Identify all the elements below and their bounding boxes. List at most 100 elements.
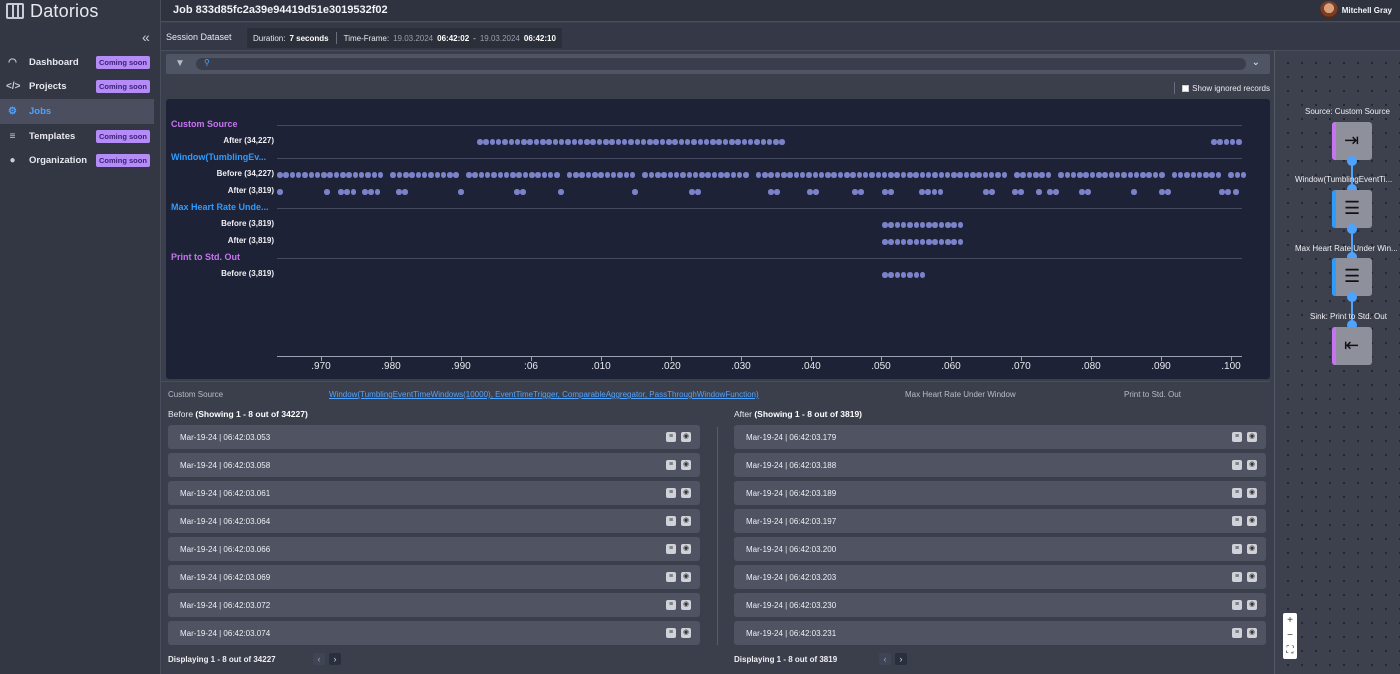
event-dot[interactable]: [882, 222, 888, 228]
event-dot[interactable]: [1083, 172, 1089, 178]
eye-icon[interactable]: ◉: [681, 516, 691, 526]
event-dot[interactable]: [1012, 189, 1018, 195]
event-dot[interactable]: [403, 172, 409, 178]
event-dot[interactable]: [409, 172, 415, 178]
event-dot[interactable]: [774, 172, 781, 178]
event-dot[interactable]: [680, 172, 686, 178]
event-dot[interactable]: [951, 239, 957, 245]
event-dot[interactable]: [640, 139, 647, 145]
event-dot[interactable]: [729, 139, 735, 145]
zoom-out-button[interactable]: −: [1283, 628, 1297, 643]
details-icon[interactable]: ≡: [1232, 460, 1242, 470]
event-dot[interactable]: [653, 139, 659, 145]
details-icon[interactable]: ≡: [1232, 544, 1242, 554]
event-dot[interactable]: [907, 222, 913, 228]
event-dot[interactable]: [584, 139, 590, 145]
zoom-in-button[interactable]: +: [1283, 613, 1297, 628]
event-dot[interactable]: [1133, 172, 1140, 178]
details-icon[interactable]: ≡: [1232, 516, 1242, 526]
event-dot[interactable]: [1108, 172, 1115, 178]
event-dot[interactable]: [938, 172, 944, 178]
event-dot[interactable]: [346, 172, 352, 178]
event-dot[interactable]: [1102, 172, 1108, 178]
event-dot[interactable]: [963, 172, 970, 178]
event-dot[interactable]: [779, 139, 785, 145]
event-dot[interactable]: [308, 172, 314, 178]
next-page-button[interactable]: ›: [329, 653, 341, 665]
event-dot[interactable]: [533, 139, 540, 145]
event-dot[interactable]: [907, 272, 913, 278]
event-dot[interactable]: [632, 189, 638, 195]
event-dot[interactable]: [1234, 172, 1241, 178]
event-dot[interactable]: [982, 172, 989, 178]
record-row[interactable]: Mar-19-24 | 06:42:03.200 ≡ ◉: [734, 537, 1266, 561]
record-row[interactable]: Mar-19-24 | 06:42:03.179 ≡ ◉: [734, 425, 1266, 449]
event-dot[interactable]: [350, 189, 357, 195]
event-dot[interactable]: [692, 172, 699, 178]
event-dot[interactable]: [1211, 139, 1217, 145]
event-dot[interactable]: [440, 172, 447, 178]
event-dot[interactable]: [302, 172, 308, 178]
event-dot[interactable]: [1225, 189, 1231, 195]
event-dot[interactable]: [596, 139, 603, 145]
event-dot[interactable]: [938, 222, 945, 228]
event-dot[interactable]: [957, 239, 964, 245]
event-dot[interactable]: [289, 172, 296, 178]
node-port[interactable]: [1347, 292, 1357, 302]
event-dot[interactable]: [421, 172, 428, 178]
event-dot[interactable]: [453, 172, 459, 178]
event-dot[interactable]: [1070, 172, 1077, 178]
record-row[interactable]: Mar-19-24 | 06:42:03.188 ≡ ◉: [734, 453, 1266, 477]
eye-icon[interactable]: ◉: [1247, 488, 1257, 498]
event-dot[interactable]: [1026, 172, 1033, 178]
event-dot[interactable]: [1217, 139, 1223, 145]
event-dot[interactable]: [623, 172, 629, 178]
event-dot[interactable]: [856, 172, 863, 178]
show-ignored-toggle[interactable]: Show ignored records: [1174, 82, 1270, 94]
event-dot[interactable]: [697, 139, 703, 145]
event-dot[interactable]: [371, 172, 377, 178]
event-dot[interactable]: [324, 189, 330, 195]
pipeline-canvas[interactable]: Source: Custom Source ⇥ Window(TumblingE…: [1274, 51, 1400, 674]
event-dot[interactable]: [647, 139, 653, 145]
event-dot[interactable]: [558, 139, 565, 145]
event-dot[interactable]: [774, 189, 780, 195]
event-dot[interactable]: [807, 189, 813, 195]
event-dot[interactable]: [621, 139, 628, 145]
event-dot[interactable]: [919, 172, 926, 178]
event-dot[interactable]: [521, 139, 527, 145]
event-dot[interactable]: [592, 172, 598, 178]
event-dot[interactable]: [571, 139, 577, 145]
event-dot[interactable]: [466, 172, 472, 178]
event-dot[interactable]: [1077, 172, 1083, 178]
event-dot[interactable]: [1089, 172, 1096, 178]
event-dot[interactable]: [415, 172, 422, 178]
event-dot[interactable]: [610, 172, 617, 178]
event-dot[interactable]: [552, 139, 559, 145]
event-dot[interactable]: [642, 172, 648, 178]
event-dot[interactable]: [907, 172, 913, 178]
event-dot[interactable]: [503, 172, 510, 178]
event-dot[interactable]: [1209, 172, 1215, 178]
event-dot[interactable]: [882, 272, 888, 278]
event-dot[interactable]: [590, 139, 596, 145]
event-dot[interactable]: [1140, 172, 1146, 178]
event-dot[interactable]: [598, 172, 604, 178]
record-row[interactable]: Mar-19-24 | 06:42:03.230 ≡ ◉: [734, 593, 1266, 617]
event-dot[interactable]: [900, 222, 907, 228]
prev-page-button[interactable]: ‹: [879, 653, 891, 665]
app-logo[interactable]: Datorios: [6, 0, 99, 22]
event-dot[interactable]: [609, 139, 615, 145]
event-dot[interactable]: [333, 172, 340, 178]
event-dot[interactable]: [913, 272, 919, 278]
sidebar-item-jobs[interactable]: ⚙ Jobs: [0, 99, 154, 124]
chevron-down-icon[interactable]: ⌄: [1252, 57, 1260, 68]
event-dot[interactable]: [522, 172, 529, 178]
event-dot[interactable]: [699, 172, 705, 178]
event-dot[interactable]: [540, 139, 546, 145]
event-dot[interactable]: [983, 189, 989, 195]
event-dot[interactable]: [831, 172, 837, 178]
event-dot[interactable]: [894, 239, 901, 245]
eye-icon[interactable]: ◉: [1247, 600, 1257, 610]
event-dot[interactable]: [722, 139, 729, 145]
